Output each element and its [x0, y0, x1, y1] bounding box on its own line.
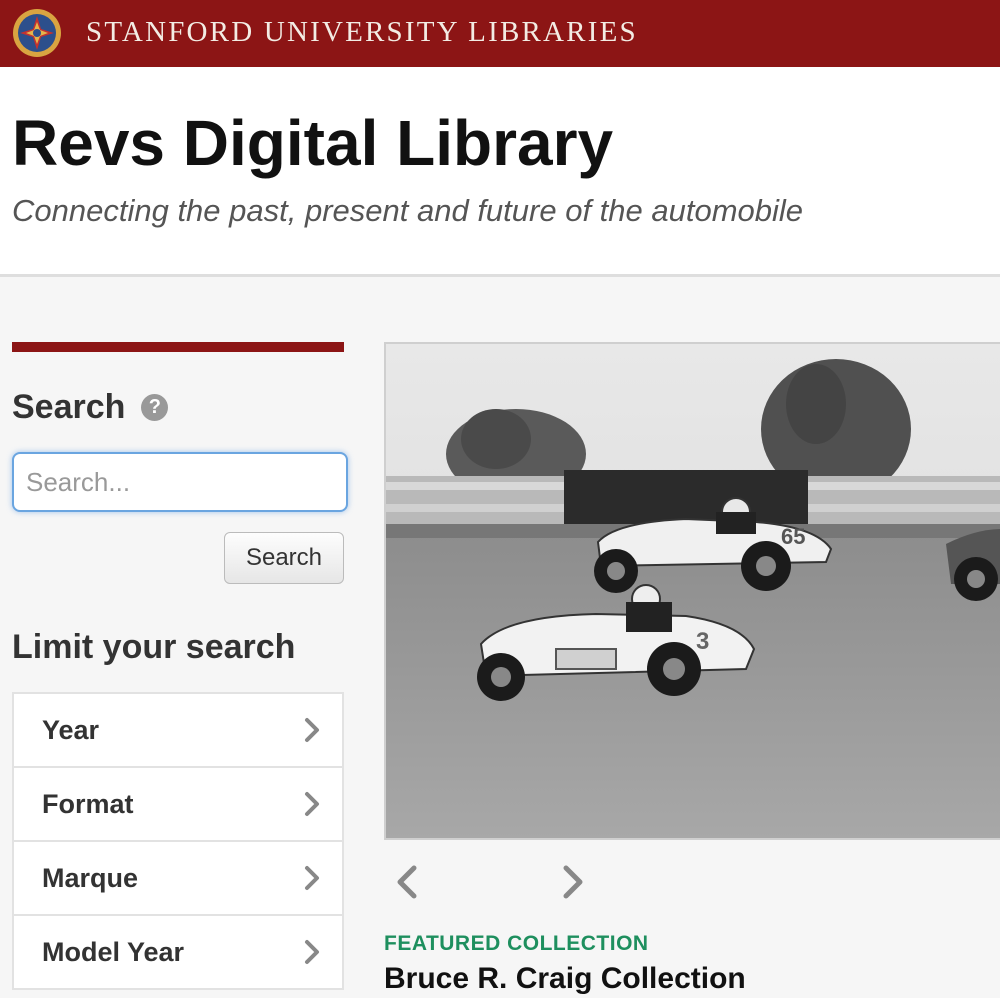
- chevron-right-icon: [305, 866, 319, 890]
- facet-year[interactable]: Year: [14, 694, 342, 768]
- carousel-next-button[interactable]: [558, 862, 588, 902]
- carousel-prev-button[interactable]: [392, 862, 422, 902]
- facet-label: Model Year: [42, 936, 185, 967]
- featured-collection-title[interactable]: Bruce R. Craig Collection: [384, 962, 746, 996]
- help-icon[interactable]: ?: [141, 394, 169, 421]
- facet-model-year[interactable]: Model Year: [14, 916, 342, 990]
- chevron-right-icon: [305, 718, 319, 742]
- racing-cars-photo: 65 3: [386, 344, 1000, 838]
- search-input[interactable]: [12, 452, 348, 512]
- facet-marque[interactable]: Marque: [14, 842, 342, 916]
- masthead: Revs Digital Library Connecting the past…: [0, 67, 1000, 277]
- featured-collection-label: FEATURED COLLECTION: [384, 932, 649, 955]
- site-title[interactable]: Revs Digital Library: [12, 107, 613, 179]
- facet-label: Marque: [42, 862, 139, 893]
- stanford-libraries-link[interactable]: STANFORD UNIVERSITY LIBRARIES: [86, 14, 638, 50]
- stanford-brand-bar: STANFORD UNIVERSITY LIBRARIES: [0, 0, 1000, 67]
- stanford-seal-icon: [13, 9, 61, 57]
- search-heading-label: Search: [12, 388, 126, 426]
- facet-label: Format: [42, 788, 134, 819]
- facet-list: Year Format Marque Model Year: [12, 692, 344, 990]
- svg-text:3: 3: [696, 628, 709, 655]
- svg-text:65: 65: [781, 524, 805, 549]
- limit-search-heading: Limit your search: [12, 628, 296, 666]
- site-tagline: Connecting the past, present and future …: [12, 193, 804, 228]
- sidebar: Search ? Search Limit your search Year F…: [12, 342, 348, 990]
- chevron-right-icon: [305, 940, 319, 964]
- featured-collection-image[interactable]: 65 3: [384, 342, 1000, 840]
- search-heading: Search ?: [12, 388, 169, 427]
- sidebar-divider: [12, 342, 344, 352]
- facet-format[interactable]: Format: [14, 768, 342, 842]
- facet-label: Year: [42, 714, 100, 745]
- search-button[interactable]: Search: [224, 532, 344, 584]
- chevron-right-icon: [305, 792, 319, 816]
